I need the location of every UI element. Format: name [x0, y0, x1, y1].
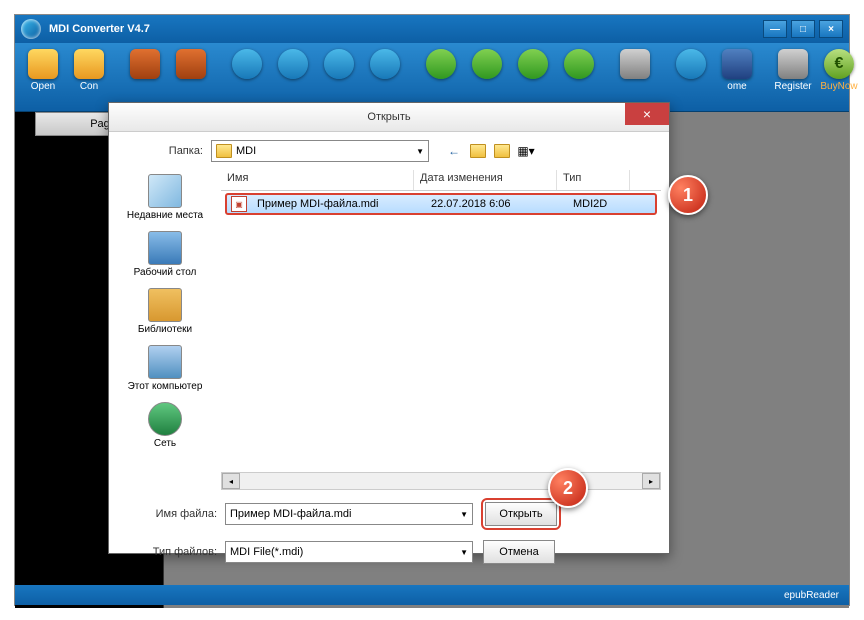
open-button[interactable]: Открыть: [485, 502, 557, 526]
place-libraries[interactable]: Библиотеки: [138, 288, 192, 335]
zoom-actual-button[interactable]: [363, 47, 407, 81]
undo-icon: [518, 49, 548, 79]
folder-icon: [216, 144, 232, 158]
file-list[interactable]: Имя Дата изменения Тип ▣ Пример MDI-файл…: [221, 170, 669, 490]
cancel-button[interactable]: Отмена: [483, 540, 555, 564]
file-row-selected[interactable]: ▣ Пример MDI-файла.mdi 22.07.2018 6:06 M…: [225, 193, 657, 215]
folder-row: Папка: MDI ▼ ← ▦▾: [109, 132, 669, 170]
back-icon[interactable]: ←: [445, 142, 463, 160]
filename-input[interactable]: Пример MDI-файла.mdi▼: [225, 503, 473, 525]
next-icon: [472, 49, 502, 79]
annotation-marker-1: 1: [668, 175, 708, 215]
chevron-down-icon: ▼: [416, 147, 424, 156]
euro-icon: €: [824, 49, 854, 79]
zoom-out-button[interactable]: [271, 47, 315, 81]
prev-icon: [426, 49, 456, 79]
dialog-body: Недавние места Рабочий стол Библиотеки Э…: [109, 170, 669, 490]
file-type: MDI2D: [567, 196, 639, 212]
filetype-select[interactable]: MDI File(*.mdi)▼: [225, 541, 473, 563]
folder-open-icon: [28, 49, 58, 79]
undo-button[interactable]: [511, 47, 555, 81]
folder-select[interactable]: MDI ▼: [211, 140, 429, 162]
prev-button[interactable]: [419, 47, 463, 81]
dialog-bottom: Имя файла: Пример MDI-файла.mdi▼ Открыть…: [109, 490, 669, 582]
place-desktop[interactable]: Рабочий стол: [134, 231, 197, 278]
new-folder-icon[interactable]: [493, 142, 511, 160]
mdi-file-icon: ▣: [231, 196, 247, 212]
dialog-titlebar[interactable]: Открыть ×: [109, 103, 669, 132]
recent-icon: [148, 174, 182, 208]
status-text: epubReader: [784, 590, 839, 601]
register-icon: [778, 49, 808, 79]
rotate-right-button[interactable]: [169, 47, 213, 81]
open-button[interactable]: Open: [21, 47, 65, 94]
zoom-out-icon: [278, 49, 308, 79]
place-computer[interactable]: Этот компьютер: [128, 345, 203, 392]
zoom-fit-button[interactable]: [317, 47, 361, 81]
next-button[interactable]: [465, 47, 509, 81]
rotate-left-icon: [130, 49, 160, 79]
file-list-header: Имя Дата изменения Тип: [221, 170, 661, 191]
scroll-left-icon[interactable]: ◂: [222, 473, 240, 489]
horizontal-scrollbar[interactable]: ◂ ▸: [221, 472, 661, 490]
filetype-label: Тип файлов:: [123, 546, 217, 558]
home-button[interactable]: ome: [715, 47, 759, 94]
app-icon: [21, 19, 41, 39]
folder-name: MDI: [236, 145, 256, 157]
annotation-marker-2: 2: [548, 468, 588, 508]
home-icon: [722, 49, 752, 79]
filename-label: Имя файла:: [123, 508, 217, 520]
redo-button[interactable]: [557, 47, 601, 81]
help-button[interactable]: [669, 47, 713, 81]
maximize-button[interactable]: □: [791, 20, 815, 38]
zoom-in-icon: [232, 49, 262, 79]
zoom-fit-icon: [324, 49, 354, 79]
places-bar: Недавние места Рабочий стол Библиотеки Э…: [109, 170, 221, 490]
print-button[interactable]: [613, 47, 657, 81]
convert-button[interactable]: Con: [67, 47, 111, 94]
convert-icon: [74, 49, 104, 79]
chevron-down-icon: ▼: [460, 548, 468, 557]
app-title: MDI Converter V4.7: [49, 23, 150, 35]
place-recent[interactable]: Недавние места: [127, 174, 203, 221]
file-name: Пример MDI-файла.mdi: [251, 196, 425, 212]
dialog-close-button[interactable]: ×: [625, 103, 669, 125]
place-network[interactable]: Сеть: [148, 402, 182, 449]
libraries-icon: [148, 288, 182, 322]
dialog-title: Открыть: [367, 111, 410, 123]
desktop-icon: [148, 231, 182, 265]
print-icon: [620, 49, 650, 79]
open-button-highlight: Открыть: [481, 498, 561, 530]
computer-icon: [148, 345, 182, 379]
statusbar: epubReader: [15, 585, 849, 605]
rotate-right-icon: [176, 49, 206, 79]
rotate-left-button[interactable]: [123, 47, 167, 81]
close-button[interactable]: ×: [819, 20, 843, 38]
scroll-right-icon[interactable]: ▸: [642, 473, 660, 489]
folder-label: Папка:: [123, 145, 203, 157]
zoom-in-button[interactable]: [225, 47, 269, 81]
zoom-actual-icon: [370, 49, 400, 79]
help-icon: [676, 49, 706, 79]
chevron-down-icon: ▼: [460, 510, 468, 519]
up-icon[interactable]: [469, 142, 487, 160]
register-button[interactable]: Register: [771, 47, 815, 94]
buynow-button[interactable]: €BuyNow: [817, 47, 861, 94]
view-icon[interactable]: ▦▾: [517, 142, 535, 160]
col-name[interactable]: Имя: [221, 170, 414, 190]
redo-icon: [564, 49, 594, 79]
minimize-button[interactable]: —: [763, 20, 787, 38]
file-date: 22.07.2018 6:06: [425, 196, 567, 212]
titlebar[interactable]: MDI Converter V4.7 — □ ×: [15, 15, 849, 43]
col-date[interactable]: Дата изменения: [414, 170, 557, 190]
col-type[interactable]: Тип: [557, 170, 630, 190]
network-icon: [148, 402, 182, 436]
